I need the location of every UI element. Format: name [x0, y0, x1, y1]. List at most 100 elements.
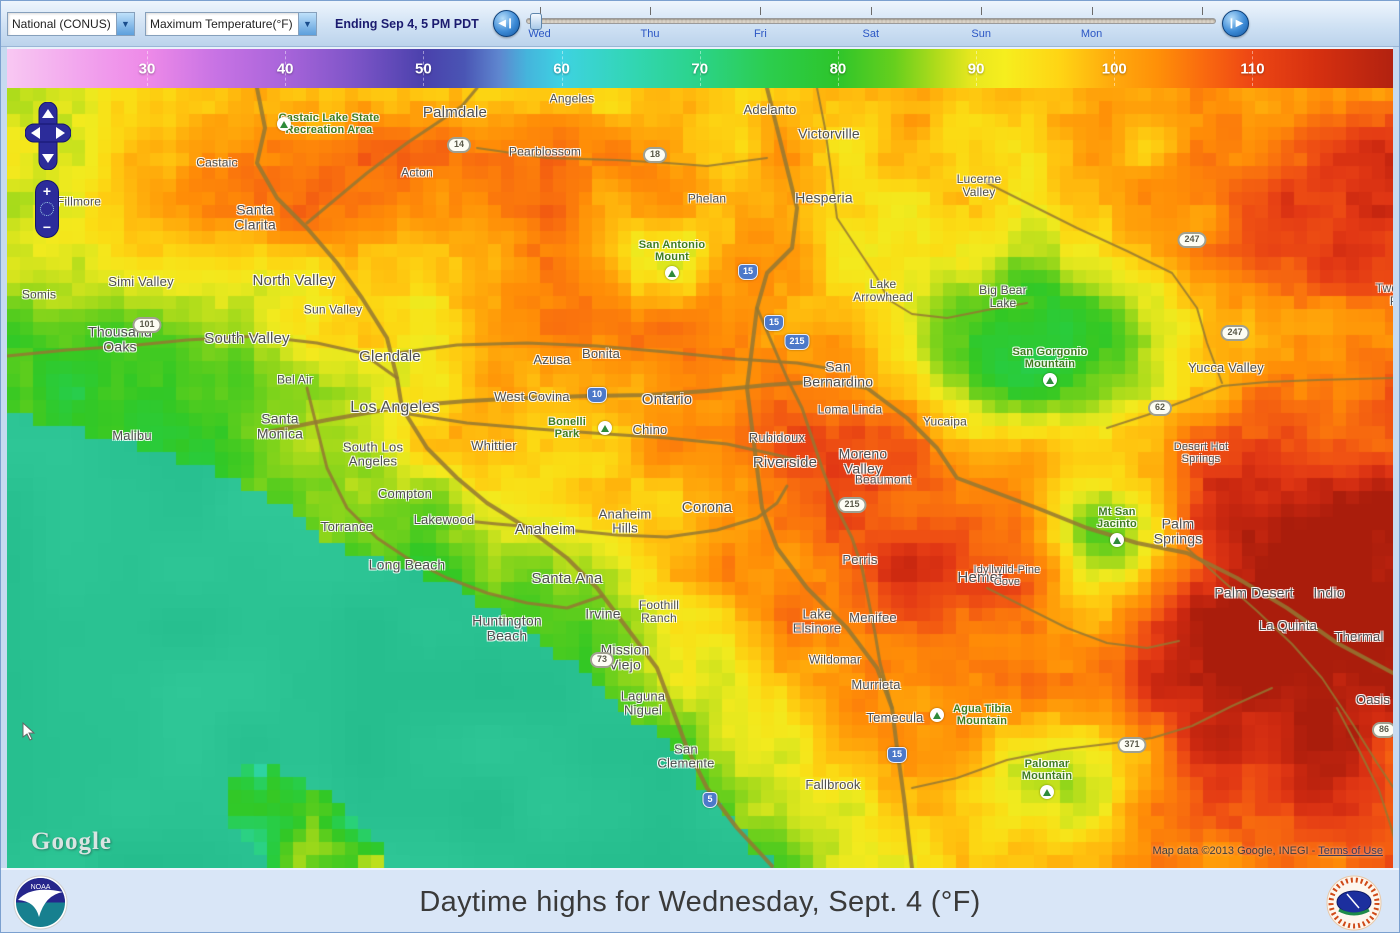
toolbar: National (CONUS) ▼ Maximum Temperature(°…	[1, 1, 1399, 47]
route-shield-86: 86	[1372, 722, 1393, 738]
region-dropdown-value: National (CONUS)	[8, 17, 116, 31]
city-label-glendale: Glendale	[359, 349, 421, 366]
city-label-victorville: Victorville	[798, 126, 860, 141]
google-logo[interactable]: Google	[31, 828, 112, 856]
interstate-shield-5: 5	[702, 792, 717, 808]
city-label-fillmore: Fillmore	[57, 195, 101, 208]
route-shield-101: 101	[132, 317, 161, 333]
city-label-lakewood: Lakewood	[414, 513, 475, 527]
city-label-lucerne-valley: Lucerne Valley	[957, 173, 1002, 199]
city-label-big-bear-lake: Big Bear Lake	[979, 284, 1027, 310]
nature-label-castaic-lake-state-recreation-area: Castaic Lake State Recreation Area	[279, 112, 380, 136]
city-label-palm-desert: Palm Desert	[1214, 585, 1293, 600]
slider-tick	[1092, 7, 1093, 15]
chevron-down-icon[interactable]: ▼	[116, 13, 134, 35]
route-shield-73: 73	[590, 652, 614, 668]
city-label-angeles: Angeles	[550, 92, 595, 105]
city-label-rubidoux: Rubidoux	[749, 431, 806, 445]
zoom-in-button[interactable]: +	[43, 185, 51, 197]
legend-tick-label: 40	[277, 60, 294, 77]
city-label-oasis: Oasis	[1356, 693, 1390, 707]
map-pan-control[interactable]	[25, 102, 71, 170]
caption-banner: NOAA Daytime highs for Wednesday, Sept. …	[1, 868, 1399, 933]
city-label-corona: Corona	[682, 500, 732, 517]
city-label-hesperia: Hesperia	[795, 190, 853, 205]
zoom-out-button[interactable]: −	[43, 221, 51, 233]
city-label-santa-clarita: Santa Clarita	[234, 203, 276, 234]
city-label-riverside: Riverside	[753, 455, 817, 472]
region-dropdown[interactable]: National (CONUS) ▼	[7, 12, 135, 36]
city-label-bonita: Bonita	[582, 347, 620, 361]
city-label-sun-valley: Sun Valley	[304, 303, 362, 316]
city-label-north-valley: North Valley	[253, 273, 336, 290]
city-label-desert-hot-springs: Desert Hot Springs	[1174, 441, 1229, 465]
time-slider[interactable]: WedThuFriSatSunMon	[526, 4, 1216, 44]
interstate-shield-15: 15	[764, 315, 784, 331]
route-shield-247: 247	[1177, 232, 1206, 248]
city-label-los-angeles: Los Angeles	[350, 399, 439, 417]
city-label-azusa: Azusa	[533, 353, 570, 367]
legend-tick-label: 70	[691, 60, 708, 77]
nature-label-mt-san-jacinto: Mt San Jacinto	[1097, 506, 1137, 530]
city-label-lake-arrowhead: Lake Arrowhead	[853, 278, 913, 304]
step-back-arrow-icon: ◀❙	[498, 18, 514, 29]
city-label-laguna-niguel: Laguna Niguel	[621, 690, 666, 719]
map-viewport[interactable]: PalmdaleAngelesPearblossomActonCastaicAd…	[7, 88, 1393, 868]
slider-track[interactable]	[526, 18, 1216, 24]
attribution-text: Map data ©2013 Google, INEGI -	[1153, 845, 1319, 857]
peak-icon	[1043, 373, 1057, 387]
slider-day-thu: Thu	[640, 28, 659, 40]
city-label-la-quinta: La Quinta	[1259, 619, 1317, 633]
legend-tick-label: 100	[1102, 60, 1127, 77]
city-label-long-beach: Long Beach	[369, 557, 446, 572]
city-label-west-covina: West Covina	[494, 390, 570, 404]
route-shield-14: 14	[447, 137, 471, 153]
city-label-adelanto: Adelanto	[744, 103, 797, 117]
nature-label-bonelli-park: Bonelli Park	[548, 416, 586, 440]
map-attribution: Map data ©2013 Google, INEGI - Terms of …	[1153, 845, 1383, 857]
city-label-yucca-valley: Yucca Valley	[1188, 361, 1264, 375]
city-label-loma-linda: Loma Linda	[818, 403, 883, 416]
city-label-san-clemente: San Clemente	[657, 743, 714, 772]
nature-label-agua-tibia-mountain: Agua Tibia Mountain	[953, 703, 1011, 727]
interstate-shield-215: 215	[784, 334, 809, 350]
step-back-button[interactable]: ◀❙	[493, 10, 520, 37]
park-icon	[277, 117, 291, 131]
park-icon	[930, 708, 944, 722]
slider-day-mon: Mon	[1081, 28, 1102, 40]
route-shield-215: 215	[837, 497, 866, 513]
slider-tick	[1202, 7, 1203, 15]
city-label-santa-monica: Santa Monica	[257, 412, 303, 443]
zoom-reset-globe-icon[interactable]	[40, 202, 54, 216]
peak-icon	[665, 266, 679, 280]
map-labels-layer: PalmdaleAngelesPearblossomActonCastaicAd…	[7, 88, 1393, 868]
step-forward-button[interactable]: ❙▶	[1222, 10, 1249, 37]
city-label-palmdale: Palmdale	[423, 105, 487, 122]
city-label-beaumont: Beaumont	[855, 473, 911, 486]
route-shield-18: 18	[643, 147, 667, 163]
city-label-idyllwild-pine-cove: Idyllwild-Pine Cove	[974, 564, 1041, 588]
element-dropdown[interactable]: Maximum Temperature(°F) ▼	[145, 12, 317, 36]
city-label-malibu: Malibu	[112, 429, 152, 443]
route-shield-247: 247	[1220, 325, 1249, 341]
element-dropdown-value: Maximum Temperature(°F)	[146, 17, 298, 31]
interstate-shield-10: 10	[587, 387, 607, 403]
slider-tick	[981, 7, 982, 15]
city-label-south-los-angeles: South Los Angeles	[343, 441, 403, 470]
city-label-twentynine-palms: Twentynine Palms	[1376, 282, 1393, 308]
city-label-fallbrook: Fallbrook	[805, 778, 860, 792]
city-label-santa-ana: Santa Ana	[531, 571, 602, 588]
nws-logo[interactable]	[1325, 874, 1383, 932]
terms-of-use-link[interactable]: Terms of Use	[1318, 845, 1383, 857]
city-label-san-bernardino: San Bernardino	[803, 360, 874, 391]
city-label-whittier: Whittier	[471, 439, 517, 453]
nature-label-san-antonio-mount: San Antonio Mount	[639, 239, 706, 263]
interstate-shield-15: 15	[887, 747, 907, 763]
map-zoom-control[interactable]: + −	[35, 180, 59, 238]
forecast-viewer-window: National (CONUS) ▼ Maximum Temperature(°…	[0, 0, 1400, 933]
legend-tick-label: 80	[830, 60, 847, 77]
step-forward-arrow-icon: ❙▶	[1227, 18, 1243, 29]
route-shield-62: 62	[1148, 400, 1172, 416]
city-label-temecula: Temecula	[866, 711, 923, 725]
chevron-down-icon[interactable]: ▼	[298, 13, 316, 35]
